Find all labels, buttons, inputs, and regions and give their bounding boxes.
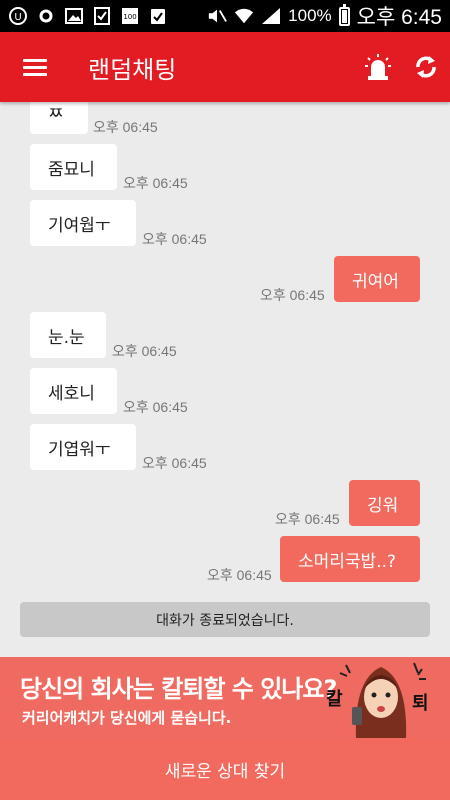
message-time: 오후 06:45 [142, 455, 207, 471]
incoming-message: 눈.눈 [30, 312, 106, 358]
message-text: 귀여어 [352, 271, 399, 292]
battery-100-icon: 100 [120, 7, 140, 25]
incoming-message: 기엽워ㅜ [30, 424, 136, 470]
image-icon [64, 7, 84, 25]
outgoing-message: 깅워 [349, 480, 420, 526]
incoming-message: 기여웝ㅜ [30, 200, 136, 246]
ad-subline: 커리어캐치가 당신에게 묻습니다. [22, 709, 232, 727]
chat-ended-notice: 대화가 종료되었습니다. [20, 602, 430, 637]
siren-icon [365, 54, 391, 80]
app-title: 랜덤채팅 [88, 55, 177, 84]
refresh-icon [416, 56, 436, 78]
ad-headline: 당신의 회사는 칼퇴할 수 있나요? [20, 675, 337, 703]
menu-button[interactable] [0, 32, 70, 102]
incoming-message: ㅉ [30, 102, 88, 134]
incoming-message: 줌묘니 [30, 144, 117, 190]
message-time: 오후 06:45 [93, 119, 158, 135]
svg-text:100: 100 [123, 13, 136, 21]
message-time: 오후 06:45 [275, 511, 340, 527]
app-bar: 랜덤채팅 [0, 32, 450, 102]
chat-area[interactable]: ㅉ 오후 06:45 줌묘니 오후 06:45 기여웝ㅜ 오후 06:45 귀여… [0, 102, 450, 657]
signal-icon [261, 7, 281, 25]
incoming-message: 세호니 [30, 368, 117, 414]
message-text: 기엽워ㅜ [48, 439, 111, 460]
battery-icon [338, 3, 350, 26]
message-text: 세호니 [48, 383, 95, 404]
find-new-partner-button[interactable]: 새로운 상대 찾기 [0, 738, 450, 800]
message-text: 소머리국밥..? [298, 551, 397, 572]
battery-percent: 100% [288, 6, 332, 25]
checklist-icon [92, 7, 112, 25]
ad-banner[interactable]: 당신의 회사는 칼퇴할 수 있나요? 커리어캐치가 당신에게 묻습니다. 칼 퇴 [0, 657, 450, 738]
clipboard-check-icon [148, 7, 168, 25]
message-time: 오후 06:45 [142, 231, 207, 247]
message-time: 오후 06:45 [207, 567, 272, 583]
ad-art-text-left: 칼 [326, 689, 343, 710]
svg-text:U: U [14, 12, 21, 23]
message-text: 눈.눈 [48, 327, 85, 348]
menu-icon [23, 55, 47, 80]
message-time: 오후 06:45 [123, 399, 188, 415]
message-text: 줌묘니 [48, 159, 95, 180]
message-text: ㅉ [48, 103, 64, 124]
clock: 오후 6:45 [356, 6, 442, 29]
outgoing-message: 소머리국밥..? [280, 536, 420, 582]
ad-art-text-right: 퇴 [412, 693, 429, 714]
status-bar: U 100 100% 오후 6:45 [0, 0, 450, 32]
message-text: 깅워 [367, 495, 399, 516]
wifi-icon [234, 7, 254, 25]
outgoing-message: 귀여어 [334, 256, 420, 302]
message-time: 오후 06:45 [112, 343, 177, 359]
u-plus-icon: U [8, 7, 28, 25]
ring-icon [36, 7, 56, 25]
message-time: 오후 06:45 [123, 175, 188, 191]
mute-icon [207, 7, 228, 25]
ad-illustration: 칼 퇴 [326, 659, 436, 738]
refresh-button[interactable] [402, 32, 450, 102]
report-button[interactable] [354, 32, 402, 102]
message-time: 오후 06:45 [260, 287, 325, 303]
message-text: 기여웝ㅜ [48, 215, 111, 236]
